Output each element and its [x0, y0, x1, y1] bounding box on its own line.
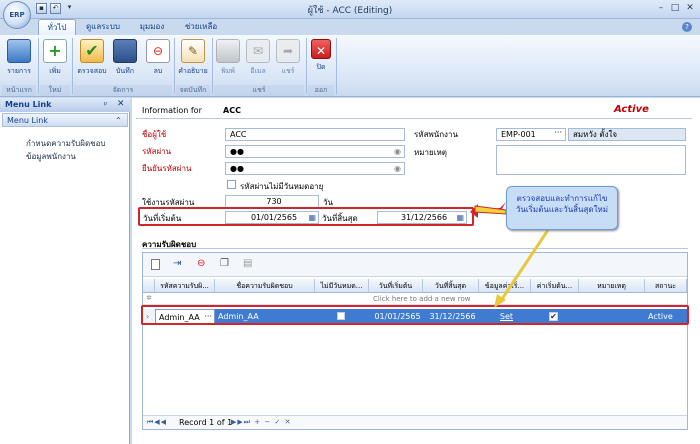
- calendar-icon[interactable]: ▦: [308, 212, 316, 223]
- quick-access-dropdown-icon[interactable]: ▾: [64, 3, 75, 14]
- username-field[interactable]: ACC: [225, 128, 405, 141]
- asterisk-icon: ✲: [146, 294, 152, 302]
- note-field[interactable]: [496, 145, 686, 175]
- minimize-icon[interactable]: –: [654, 2, 668, 15]
- employee-name-field: สมหวัง ตั้งใจ: [568, 128, 686, 141]
- email-button[interactable]: ✉ อีเมล: [244, 37, 272, 83]
- record-counter: Record 1 of 1: [179, 418, 233, 427]
- pin-icon[interactable]: ᵖ: [104, 100, 107, 109]
- grid-navigator: ⏮◀◀ Record 1 of 1 ▶▶⏭ + − ✓ ✕: [143, 415, 687, 429]
- menu-link-panel: Menu Link ᵖ ✕ Menu Link ⌃ กำหนดความรับผิด…: [0, 98, 130, 444]
- add-button[interactable]: + เพิ่ม: [40, 37, 70, 83]
- responsibility-grid: ⇥ ⊖ ❐ ▤ รหัสความรับผิ... ชื่อความรับผิดช…: [142, 252, 688, 430]
- group-share: แชร์: [214, 85, 304, 96]
- new-row[interactable]: ✲ Click here to add a new row: [143, 294, 687, 305]
- grid-toolbar: ⇥ ⊖ ❐ ▤: [143, 253, 687, 277]
- end-date-field[interactable]: 31/12/2566 ▦: [377, 211, 467, 224]
- confirm-password-field[interactable]: ●● ◉: [225, 162, 405, 175]
- check-icon: ✔: [80, 39, 104, 63]
- share-icon: ➦: [276, 39, 300, 63]
- app-logo[interactable]: ERP: [3, 1, 31, 29]
- close-icon: ✕: [311, 39, 331, 59]
- col-note[interactable]: หมายเหตุ: [579, 279, 645, 293]
- paste-icon[interactable]: ▤: [243, 258, 252, 269]
- start-date-field[interactable]: 01/01/2565 ▦: [225, 211, 319, 224]
- group-new: ใหม่: [40, 85, 70, 96]
- ribbon: รายการ + เพิ่ม ✔ ตรวจสอบ บันทึก ⊖ ลบ ✎ ค…: [0, 35, 700, 97]
- new-record-icon[interactable]: [151, 259, 160, 270]
- tab-general[interactable]: ทั่วไป: [38, 19, 76, 35]
- col-code[interactable]: รหัสความรับผิ...: [155, 279, 215, 293]
- show-confirm-icon[interactable]: ◉: [394, 163, 401, 174]
- lookup-icon[interactable]: ···: [554, 127, 562, 138]
- nav-first-prev-icons[interactable]: ⏮◀◀: [147, 418, 167, 427]
- status-badge: Active: [614, 104, 649, 115]
- end-date-label: วันที่สิ้นสุด: [322, 214, 358, 223]
- tab-admin[interactable]: ดูแลระบบ: [80, 19, 126, 35]
- collapse-icon[interactable]: ⌃: [115, 114, 122, 128]
- help-icon[interactable]: ?: [682, 22, 692, 32]
- description-icon: ✎: [181, 39, 205, 63]
- quick-save-icon[interactable]: ▪: [36, 3, 47, 14]
- col-status[interactable]: สถานะ: [645, 279, 687, 293]
- verify-button[interactable]: ✔ ตรวจสอบ: [74, 37, 110, 83]
- group-exit: ออก: [308, 85, 334, 96]
- menu-link-title: Menu Link: [0, 98, 130, 112]
- username-label: ชื่อผู้ใช้: [142, 130, 167, 139]
- employee-code-field[interactable]: EMP-001 ···: [496, 128, 566, 141]
- tab-help[interactable]: ช่วยเหลือ: [178, 19, 224, 35]
- delete-button[interactable]: ⊖ ลบ: [144, 37, 172, 83]
- menu-link-section[interactable]: Menu Link ⌃: [2, 113, 128, 127]
- no-expire-checkbox[interactable]: [227, 180, 236, 189]
- save-icon: [113, 39, 137, 63]
- note-label: หมายเหตุ: [414, 148, 447, 157]
- group-notes: จดบันทึก: [176, 85, 210, 96]
- close-button[interactable]: ✕ ปิด: [308, 37, 334, 83]
- show-password-icon[interactable]: ◉: [394, 146, 401, 157]
- responsibility-section-title: ความรับผิดชอบ: [142, 240, 197, 249]
- email-icon: ✉: [246, 39, 270, 63]
- col-start-date[interactable]: วันที่เริ่มต้น: [369, 279, 423, 293]
- calendar-icon[interactable]: ▦: [456, 212, 464, 223]
- col-name[interactable]: ชื่อความรับผิดชอบ: [215, 279, 315, 293]
- arrow-down-line: [498, 229, 550, 303]
- password-label: รหัสผ่าน: [142, 147, 172, 156]
- password-field[interactable]: ●● ◉: [225, 145, 405, 158]
- row-highlight-box: [141, 305, 689, 325]
- col-no-expire[interactable]: ไม่มีวันหมด...: [315, 279, 369, 293]
- info-for-value: ACC: [223, 106, 241, 115]
- grid-row-selector-header: [143, 279, 155, 293]
- delete-icon: ⊖: [146, 39, 170, 63]
- insert-icon[interactable]: ⇥: [173, 258, 181, 269]
- delete-row-icon[interactable]: ⊖: [197, 258, 205, 269]
- menu-item-employee[interactable]: ข้อมูลพนักงาน: [26, 150, 76, 163]
- info-for-label: Information for: [142, 106, 202, 115]
- menu-item-responsibility[interactable]: กำหนดความรับผิดชอบ: [26, 137, 105, 150]
- window-close-icon[interactable]: ✕: [683, 2, 697, 15]
- list-icon: [7, 39, 31, 63]
- maximize-icon[interactable]: □: [668, 2, 682, 15]
- title-bar: ▪ ↶ ▾ ผู้ใช้ - ACC (Editing) – □ ✕: [0, 0, 700, 19]
- ribbon-tabs: ทั่วไป ดูแลระบบ มุมมอง ช่วยเหลือ ?: [0, 19, 700, 35]
- quick-undo-icon[interactable]: ↶: [50, 3, 61, 14]
- save-button[interactable]: บันทึก: [110, 37, 140, 83]
- copy-icon[interactable]: ❐: [220, 258, 229, 269]
- no-expire-label: รหัสผ่านไม่มีวันหมดอายุ: [240, 182, 324, 191]
- annotation-callout: ตรวจสอบและทำการแก้ไข วันเริ่มต้นและวันสิ…: [506, 186, 618, 230]
- start-date-label: วันที่เริ่มต้น: [143, 214, 182, 223]
- window-title: ผู้ใช้ - ACC (Editing): [307, 6, 393, 16]
- confirm-password-label: ยืนยันรหัสผ่าน: [142, 164, 192, 173]
- list-button[interactable]: รายการ: [2, 37, 36, 83]
- nav-next-last-icons[interactable]: ▶▶⏭ + − ✓ ✕: [231, 418, 291, 427]
- print-icon: [216, 39, 240, 63]
- description-button[interactable]: ✎ คำอธิบาย: [176, 37, 210, 83]
- group-manage: จัดการ: [74, 85, 172, 96]
- group-home: หน้าแรก: [2, 85, 36, 96]
- print-button[interactable]: พิมพ์: [214, 37, 242, 83]
- panel-close-icon[interactable]: ✕: [117, 99, 125, 109]
- employee-code-label: รหัสพนักงาน: [414, 130, 458, 139]
- tab-view[interactable]: มุมมอง: [130, 19, 174, 35]
- share-button[interactable]: ➦ แชร์: [274, 37, 302, 83]
